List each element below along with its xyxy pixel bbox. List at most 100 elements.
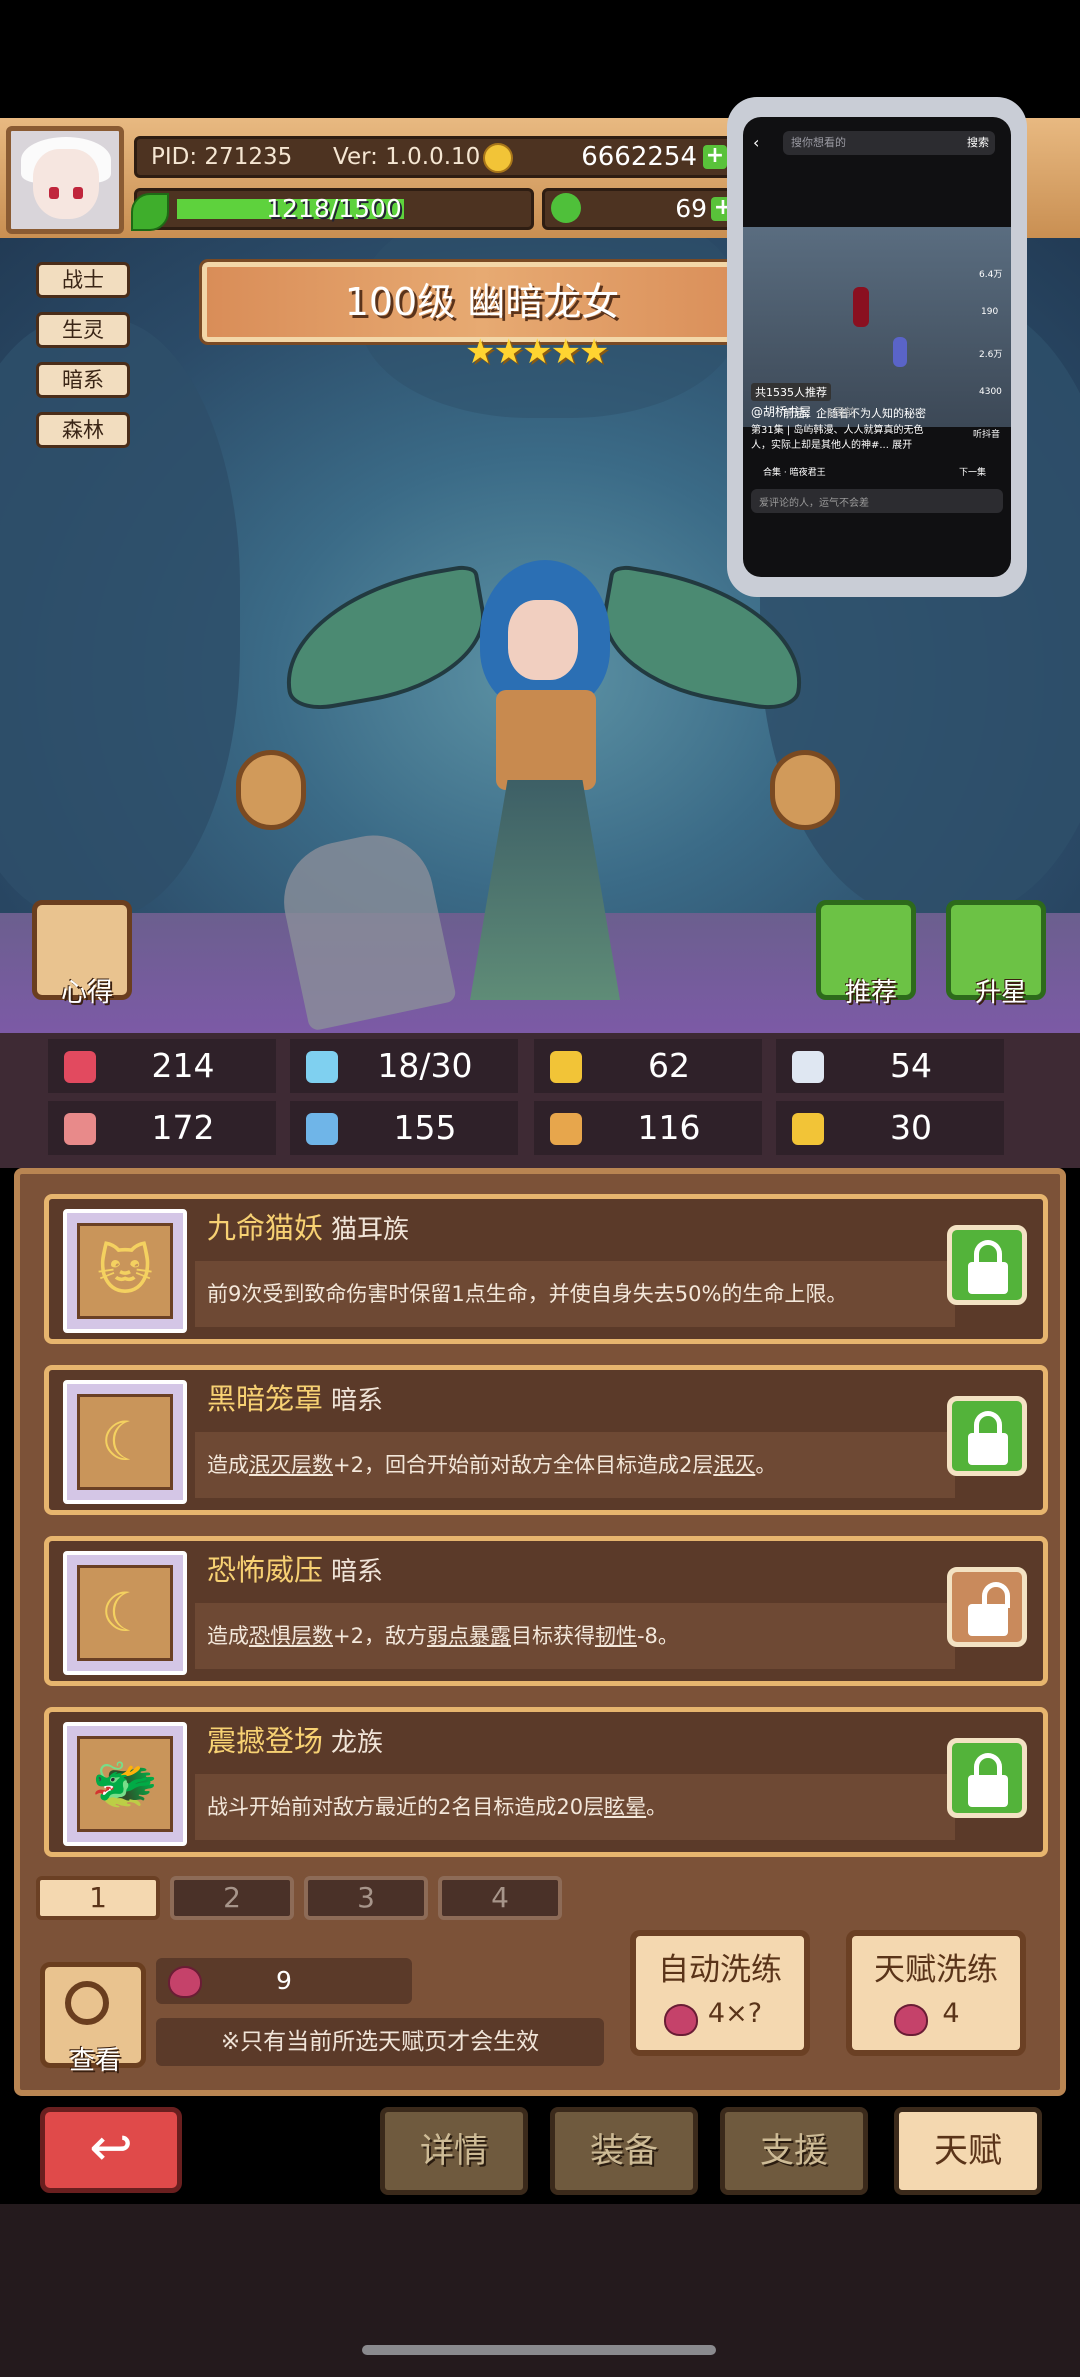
talent-description: 造成恐惧层数+2，敌方弱点暴露目标获得韧性-8。 <box>195 1603 955 1669</box>
talent-icon: 🐱 <box>96 1239 154 1302</box>
talent-page-tab-1[interactable]: 1 <box>36 1876 160 1920</box>
tab-support[interactable]: 支援 <box>720 2107 868 2195</box>
shield-icon <box>550 1051 582 1083</box>
player-avatar[interactable] <box>6 126 124 234</box>
tag-race: 生灵 <box>36 312 130 348</box>
talent-group: 猫耳族 <box>331 1215 410 1245</box>
stat-value: 116 <box>637 1108 701 1147</box>
gold-amount: 6662254 <box>581 142 697 172</box>
stat-drop: 18/30 <box>290 1039 518 1093</box>
comment-input[interactable]: 爱评论的人，运气不会差 <box>751 489 1003 513</box>
stats-panel: 214 18/30 62 54 172 155 116 30 <box>0 1033 1080 1168</box>
stat-value: 18/30 <box>377 1046 473 1085</box>
scroll-icon <box>550 1113 582 1145</box>
stat-value: 214 <box>151 1046 215 1085</box>
video-search-input[interactable]: 搜你想看的 搜索 <box>783 131 995 155</box>
player-id: PID: 271235 <box>151 144 293 170</box>
talent-card[interactable]: ☾ 黑暗笼罩 暗系造成泯灭层数+2，回合开始前对敌方全体目标造成2层泯灭。 <box>44 1365 1048 1515</box>
stat-scroll: 116 <box>534 1101 762 1155</box>
page-note: ※只有当前所选天赋页才会生效 <box>156 2018 604 2066</box>
stamina-value: 1218/1500 <box>266 194 402 223</box>
talent-description: 前9次受到致命伤害时保留1点生命，并使自身失去50%的生命上限。 <box>195 1261 955 1327</box>
talent-name: 恐怖威压 <box>207 1553 324 1587</box>
talent-icon: ☾ <box>100 1581 150 1644</box>
talent-card[interactable]: ☾ 恐怖威压 暗系造成恐惧层数+2，敌方弱点暴露目标获得韧性-8。 <box>44 1536 1048 1686</box>
clover-icon <box>551 193 581 223</box>
fist-icon <box>64 1113 96 1145</box>
talent-reroll-button[interactable]: 天赋洗练 4 <box>846 1930 1026 2056</box>
talent-description: 造成泯灭层数+2，回合开始前对敌方全体目标造成2层泯灭。 <box>195 1432 955 1498</box>
favorite-count: 2.6万 <box>979 350 1003 360</box>
stat-horseshoe: 30 <box>776 1101 1004 1155</box>
talent-card[interactable]: 🐲 震撼登场 龙族 战斗开始前对敌方最近的2名目标造成20层眩晕。 <box>44 1707 1048 1857</box>
insight-button[interactable]: 心得 <box>32 900 132 1008</box>
unlock-icon[interactable] <box>947 1567 1027 1647</box>
stat-shield: 62 <box>534 1039 762 1093</box>
talent-page-tab-4[interactable]: 4 <box>438 1876 562 1920</box>
book-icon <box>306 1113 338 1145</box>
stat-wing: 54 <box>776 1039 1004 1093</box>
recommend-button[interactable]: 推荐 <box>816 900 916 1008</box>
reroll-resource: 9 <box>156 1958 412 2004</box>
version-label: Ver: 1.0.0.10 <box>333 144 481 170</box>
stamina-bar: 1218/1500 <box>131 188 534 231</box>
talent-icon-frame: ☾ <box>63 1551 187 1675</box>
talent-name: 黑暗笼罩 <box>207 1382 324 1416</box>
hero-name: 100级 幽暗龙女 <box>344 280 620 324</box>
talent-icon: ☾ <box>100 1410 150 1473</box>
tab-equipment[interactable]: 装备 <box>550 2107 698 2195</box>
drop-icon <box>306 1051 338 1083</box>
talent-name: 震撼登场 <box>207 1724 324 1758</box>
back-icon[interactable]: ‹ <box>753 133 759 152</box>
lock-icon[interactable] <box>947 1738 1027 1818</box>
like-count: 6.4万 <box>979 270 1003 280</box>
talent-card[interactable]: 🐱 九命猫妖 猫耳族前9次受到致命伤害时保留1点生命，并使自身失去50%的生命上限。 <box>44 1194 1048 1344</box>
gem-bar: 69 + <box>542 188 742 230</box>
listen-label: 听抖音 <box>973 430 1001 440</box>
floating-video-window[interactable]: ‹ 搜你想看的 搜索 前后，企随着不为人知的秘密 6.4万 190 2.6万 4… <box>727 97 1027 597</box>
comment-count: 190 <box>981 307 999 317</box>
talent-group: 暗系 <box>331 1557 384 1587</box>
heart-icon <box>64 1051 96 1083</box>
talent-page-tab-3[interactable]: 3 <box>304 1876 428 1920</box>
lock-icon[interactable] <box>947 1225 1027 1305</box>
add-gold-button[interactable]: + <box>703 145 727 169</box>
lock-icon[interactable] <box>947 1396 1027 1476</box>
star-up-button[interactable]: 升星 <box>946 900 1046 1008</box>
talent-group: 龙族 <box>331 1728 384 1758</box>
hero-name-banner: 100级 幽暗龙女 <box>199 259 765 345</box>
player-info-bar: PID: 271235 Ver: 1.0.0.10 6662254 + <box>134 136 734 178</box>
back-button[interactable]: ↩ <box>40 2107 182 2193</box>
right-emblem-icon <box>770 750 840 830</box>
talent-icon-frame: 🐲 <box>63 1722 187 1846</box>
auto-reroll-button[interactable]: 自动洗练 4×? <box>630 1930 810 2056</box>
tab-details[interactable]: 详情 <box>380 2107 528 2195</box>
tab-talent[interactable]: 天赋 <box>894 2107 1042 2195</box>
view-button[interactable]: 查看 <box>40 1962 146 2076</box>
gem-amount: 69 <box>675 194 707 223</box>
stat-value: 54 <box>890 1046 932 1085</box>
tag-class: 战士 <box>36 262 130 298</box>
gold-coin-icon <box>483 143 513 173</box>
left-emblem-icon <box>236 750 306 830</box>
hero-sprite <box>271 540 817 1020</box>
share-count: 4300 <box>979 387 1002 397</box>
talent-name: 九命猫妖 <box>207 1211 324 1245</box>
talent-page-tab-2[interactable]: 2 <box>170 1876 294 1920</box>
wing-icon <box>792 1051 824 1083</box>
talent-group: 暗系 <box>331 1386 384 1416</box>
talent-icon-frame: 🐱 <box>63 1209 187 1333</box>
stat-value: 30 <box>890 1108 932 1147</box>
return-arrow-icon: ↩ <box>89 2118 133 2178</box>
tag-terrain: 森林 <box>36 412 130 448</box>
stat-fist: 172 <box>48 1101 276 1155</box>
horseshoe-icon <box>792 1113 824 1145</box>
stat-value: 62 <box>648 1046 690 1085</box>
hero-star-rating: ★★★★★ <box>465 332 609 372</box>
stat-value: 155 <box>393 1108 457 1147</box>
stat-value: 172 <box>151 1108 215 1147</box>
tag-element: 暗系 <box>36 362 130 398</box>
home-indicator[interactable] <box>362 2345 716 2355</box>
talent-icon: 🐲 <box>91 1752 159 1815</box>
talent-icon-frame: ☾ <box>63 1380 187 1504</box>
